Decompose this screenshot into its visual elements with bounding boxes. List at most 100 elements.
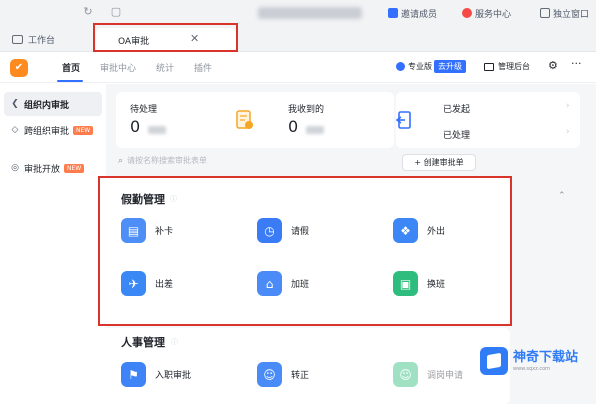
sidebar-item-label: 跨组织审批 xyxy=(24,126,70,137)
chevron-right-icon: › xyxy=(566,127,570,137)
invite-icon xyxy=(388,8,398,18)
sidebar-item-open-approval[interactable]: ◎ 审批开放 NEW xyxy=(4,156,102,180)
cross-org-icon: ◇ xyxy=(11,125,19,135)
app-item-leave[interactable]: ◷ 请假 xyxy=(257,218,309,243)
popout-window-button[interactable]: 独立窗口 xyxy=(540,6,589,20)
pending-unit-blurred xyxy=(148,126,166,134)
tab-workbench[interactable]: 工作台 xyxy=(12,33,55,46)
blurred-title xyxy=(258,7,362,19)
app-item-label: 转正 xyxy=(291,371,310,381)
app-item-onboarding[interactable]: ⚑ 入职审批 xyxy=(121,362,191,387)
workbench-icon xyxy=(12,35,23,44)
tab-bar: 工作台 xyxy=(0,26,596,52)
admin-label: 管理后台 xyxy=(498,62,530,71)
app-item-label: 请假 xyxy=(291,227,310,237)
pending-label: 待处理 xyxy=(130,105,158,115)
more-icon[interactable]: ··· xyxy=(571,57,582,70)
chevron-left-icon: ❮ xyxy=(11,99,19,109)
sidebar-item-label: 组织内审批 xyxy=(24,100,70,111)
tab-workbench-label: 工作台 xyxy=(28,36,56,46)
tab-oa-approval[interactable]: OA审批 ✕ xyxy=(96,28,236,52)
exit-door-icon xyxy=(396,111,411,129)
popout-label: 独立窗口 xyxy=(553,9,590,20)
sent-link[interactable]: 已发起 xyxy=(443,102,470,115)
section-info-icon: ⓘ xyxy=(170,195,177,203)
window-icon[interactable]: ▢ xyxy=(110,6,122,18)
monitor-icon xyxy=(484,62,494,71)
fix-card-icon: ▤ xyxy=(121,218,146,243)
done-link[interactable]: 已处理 xyxy=(443,128,470,141)
nav-tab-home[interactable]: 首页 xyxy=(62,61,80,74)
app-item-label: 换班 xyxy=(427,280,446,290)
site-watermark: 神奇下载站 www.sqxz.com xyxy=(480,343,592,379)
refresh-icon[interactable]: ↻ xyxy=(82,6,94,18)
new-badge: NEW xyxy=(64,163,85,173)
tab-oa-approval-label: OA审批 xyxy=(118,37,150,47)
clock-icon: ◷ xyxy=(257,218,282,243)
open-api-icon: ◎ xyxy=(11,163,19,173)
onboarding-icon: ⚑ xyxy=(121,362,146,387)
sidebar-item-cross-org-approval[interactable]: ◇ 跨组织审批 NEW xyxy=(4,118,102,142)
section-title-attendance: 假勤管理 xyxy=(121,193,165,206)
pending-doc-icon xyxy=(236,110,253,129)
app-item-overtime[interactable]: ⌂ 加班 xyxy=(257,271,309,296)
app-item-label: 入职审批 xyxy=(155,371,192,381)
sidebar-item-internal-approval[interactable]: ❮ 组织内审批 xyxy=(4,92,102,116)
service-center-button[interactable]: 服务中心 xyxy=(462,6,511,20)
invite-button[interactable]: 邀请成员 xyxy=(388,6,437,20)
app-item-go-out[interactable]: ❖ 外出 xyxy=(393,218,445,243)
overtime-icon: ⌂ xyxy=(257,271,282,296)
app-item-label: 补卡 xyxy=(155,227,174,237)
sidebar-item-label: 审批开放 xyxy=(24,164,61,175)
watermark-name: 神奇下载站 xyxy=(513,349,579,365)
airplane-icon: ✈ xyxy=(121,271,146,296)
app-item-shift-swap[interactable]: ▣ 换班 xyxy=(393,271,445,296)
nav-tab-plugins[interactable]: 插件 xyxy=(194,61,212,74)
pro-edition-badge: 专业版 xyxy=(396,61,432,72)
app-item-clock-in-fix[interactable]: ▤ 补卡 xyxy=(121,218,173,243)
watermark-url: www.sqxz.com xyxy=(513,365,551,372)
chevron-right-icon: › xyxy=(566,101,570,111)
chevron-up-icon[interactable]: ⌃ xyxy=(558,191,566,201)
watermark-logo-icon xyxy=(480,347,508,375)
section-title-hr: 人事管理 xyxy=(121,336,165,349)
invite-label: 邀请成员 xyxy=(401,9,438,20)
app-item-label: 加班 xyxy=(291,280,310,290)
popout-icon xyxy=(540,8,550,18)
app-item-regularization[interactable]: ☺ 转正 xyxy=(257,362,309,387)
shift-swap-icon: ▣ xyxy=(393,271,418,296)
nav-tab-approval-center[interactable]: 审批中心 xyxy=(100,61,136,74)
service-label: 服务中心 xyxy=(475,9,512,20)
pro-label: 专业版 xyxy=(408,62,432,71)
service-icon xyxy=(462,8,472,18)
pending-count[interactable]: 0 xyxy=(130,117,140,136)
create-approval-button[interactable]: + 创建审批单 xyxy=(402,154,476,171)
nav-tab-statistics[interactable]: 统计 xyxy=(156,61,174,74)
search-input[interactable]: ⌕ 请按名称搜索审批表单 xyxy=(118,155,207,166)
received-unit-blurred xyxy=(306,126,324,134)
received-count[interactable]: 0 xyxy=(288,117,298,136)
active-tab-indicator xyxy=(57,80,83,82)
app-nav: ✔ 首页 审批中心 统计 插件 专业版 去升级 管理后台 ⚙ ··· xyxy=(0,53,596,83)
gear-icon[interactable]: ⚙ xyxy=(548,59,558,72)
approval-logo-icon: ✔ xyxy=(10,59,28,77)
app-item-business-trip[interactable]: ✈ 出差 xyxy=(121,271,173,296)
search-icon: ⌕ xyxy=(118,155,124,166)
app-item-label: 调岗申请 xyxy=(427,371,464,381)
sent-done-card: 已发起 › 已处理 › xyxy=(396,92,580,148)
transfer-icon: ☺ xyxy=(393,362,418,387)
app-item-transfer[interactable]: ☺ 调岗申请 xyxy=(393,362,463,387)
close-icon[interactable]: ✕ xyxy=(190,32,199,45)
search-placeholder: 请按名称搜索审批表单 xyxy=(127,156,208,165)
person-icon: ☺ xyxy=(257,362,282,387)
admin-console-button[interactable]: 管理后台 xyxy=(484,61,530,72)
stats-card: 待处理 0 我收到的 0 xyxy=(116,92,394,148)
received-label: 我收到的 xyxy=(288,105,325,115)
location-tag-icon: ❖ xyxy=(393,218,418,243)
section-info-icon: ⓘ xyxy=(171,338,178,346)
pro-icon xyxy=(396,62,405,71)
sidebar: ❮ 组织内审批 ◇ 跨组织审批 NEW ◎ 审批开放 NEW xyxy=(0,84,106,404)
upgrade-button[interactable]: 去升级 xyxy=(434,60,466,73)
app-item-label: 外出 xyxy=(427,227,446,237)
new-badge: NEW xyxy=(73,125,94,135)
